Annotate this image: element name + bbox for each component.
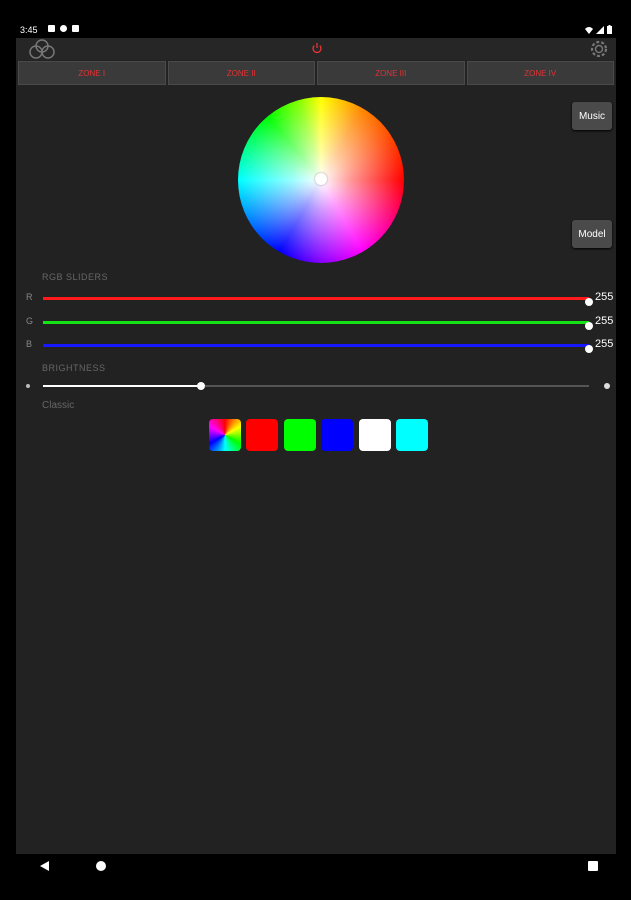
green-slider-thumb[interactable] <box>585 322 593 330</box>
color-wheel-selector[interactable] <box>315 173 327 185</box>
zone-tab[interactable]: ZONE II <box>167 61 315 85</box>
zone-tab[interactable]: ZONE I <box>18 61 166 85</box>
classic-label: Classic <box>42 400 75 411</box>
notification-icon <box>60 25 67 32</box>
system-nav-bar <box>16 854 616 878</box>
swatch-cyan[interactable] <box>396 419 428 451</box>
system-icons <box>585 25 612 34</box>
brightness-slider[interactable] <box>43 382 589 390</box>
signal-icon <box>596 26 604 34</box>
brightness-slider-thumb[interactable] <box>197 382 206 390</box>
green-slider-row: G 255 <box>16 315 616 330</box>
zone-tab[interactable]: ZONE IV <box>466 61 614 85</box>
swatch-blue[interactable] <box>321 419 353 451</box>
blue-slider-letter: B <box>26 339 33 349</box>
status-time: 3:45 <box>20 25 38 35</box>
green-value: 255 <box>595 315 614 327</box>
power-icon[interactable] <box>311 42 323 54</box>
green-slider-letter: G <box>26 316 34 326</box>
back-icon[interactable] <box>40 861 50 871</box>
brightness-label: BRIGHTNESS <box>42 363 106 373</box>
zone-tabs: ZONE I ZONE II ZONE III ZONE IV <box>18 61 614 85</box>
green-slider[interactable] <box>43 321 593 330</box>
red-slider[interactable] <box>43 297 593 306</box>
music-button[interactable]: Music <box>572 102 612 130</box>
status-bar: 3:45 <box>16 22 616 38</box>
red-slider-letter: R <box>26 292 33 302</box>
wifi-icon <box>585 27 593 34</box>
brightness-slider-fill <box>43 385 202 387</box>
swatch-rainbow[interactable] <box>209 419 241 451</box>
swatch-red[interactable] <box>246 419 278 451</box>
swatch-white[interactable] <box>359 419 391 451</box>
red-slider-thumb[interactable] <box>585 298 593 306</box>
blue-slider-row: B 255 <box>16 338 616 353</box>
rgb-sliders-label: RGB SLIDERS <box>42 272 109 282</box>
blue-slider[interactable] <box>43 344 593 353</box>
notification-icon <box>48 25 55 32</box>
battery-icon <box>607 25 612 34</box>
sd-card-icon <box>72 25 79 32</box>
zone-tab[interactable]: ZONE III <box>317 61 465 85</box>
brightness-low-icon <box>26 384 30 388</box>
blue-slider-thumb[interactable] <box>585 345 593 353</box>
brightness-high-icon <box>604 383 610 389</box>
recents-icon[interactable] <box>588 861 598 871</box>
notification-icons <box>48 25 79 32</box>
gear-icon[interactable] <box>586 38 612 60</box>
red-slider-row: R 255 <box>16 291 616 306</box>
swatch-green[interactable] <box>284 419 316 451</box>
app-logo-icon[interactable] <box>28 38 56 60</box>
top-app-bar <box>16 38 616 60</box>
blue-value: 255 <box>595 338 614 350</box>
home-icon[interactable] <box>96 861 106 871</box>
red-value: 255 <box>595 291 614 303</box>
app-screen: 3:45 ZONE I ZONE II ZONE III ZONE IV Mus… <box>16 22 616 878</box>
model-button[interactable]: Model <box>572 220 612 248</box>
